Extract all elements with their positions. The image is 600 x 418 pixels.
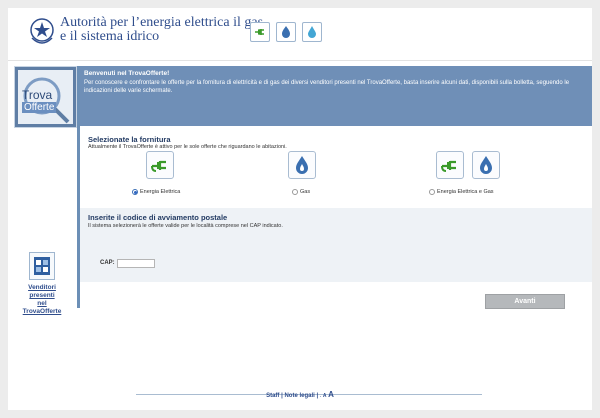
next-button[interactable]: Avanti — [485, 294, 565, 309]
republic-emblem-icon — [28, 16, 56, 48]
footer-staff-link[interactable]: Staff — [266, 393, 279, 399]
option-gas-icon[interactable] — [288, 151, 316, 179]
page: Autorità per l’energia elettrica il gas … — [8, 8, 592, 410]
font-decrease-button[interactable]: - — [320, 393, 321, 398]
site-title-line1: Autorità per l’energia elettrica il gas — [60, 15, 264, 30]
header-divider — [8, 60, 592, 61]
electric-plug-icon[interactable] — [250, 22, 270, 42]
site-title-line2: e il sistema idrico — [60, 29, 160, 44]
radio-electric[interactable] — [132, 189, 138, 195]
trovaofferte-logo[interactable]: Trova Offerte — [14, 66, 77, 128]
gas-flame-icon[interactable] — [276, 22, 296, 42]
logo-text-trova: Trova — [22, 88, 53, 102]
radio-option-electric[interactable]: Energia Elettrica — [132, 189, 180, 195]
cap-label: CAP: — [100, 260, 115, 266]
radio-electric-label: Energia Elettrica — [140, 189, 181, 195]
site-title[interactable]: Autorità per l’energia elettrica il gas … — [60, 16, 263, 44]
vendors-link-line2: nel TrovaOfferte — [22, 300, 62, 315]
welcome-title: Benvenuti nel TrovaOfferte! — [84, 70, 170, 77]
radio-option-electric-gas[interactable]: Energia Elettrica e Gas — [429, 189, 494, 195]
welcome-banner: Benvenuti nel TrovaOfferte! Per conoscer… — [80, 66, 592, 126]
option-electric-gas-gas-icon[interactable] — [472, 151, 500, 179]
radio-gas[interactable] — [292, 189, 298, 195]
font-normal-button[interactable]: A — [323, 393, 327, 399]
vendors-link[interactable]: Venditori presenti nel TrovaOfferte — [18, 284, 66, 316]
water-drop-icon[interactable] — [302, 22, 322, 42]
cap-input[interactable] — [117, 259, 155, 268]
vendors-list-icon[interactable] — [29, 252, 55, 280]
postal-code-section: Inserite il codice di avviamento postale… — [80, 208, 592, 282]
option-electric-gas-electric-icon[interactable] — [436, 151, 464, 179]
postal-code-title: Inserite il codice di avviamento postale — [88, 213, 228, 222]
postal-code-subtitle: Il sistema selezionerà le offerte valide… — [88, 223, 283, 229]
footer-legal-link[interactable]: Note legali — [284, 393, 314, 399]
footer: Staff | Note legali | - A A — [0, 390, 600, 399]
radio-option-gas[interactable]: Gas — [292, 189, 310, 195]
supply-section-subtitle: Attualmente il TrovaOfferte è attivo per… — [88, 144, 287, 150]
option-electric-icon[interactable] — [146, 151, 174, 179]
radio-gas-label: Gas — [300, 189, 311, 195]
logo-text-offerte: Offerte — [22, 102, 57, 113]
radio-electric-gas[interactable] — [429, 189, 435, 195]
welcome-text: Per conoscere e confrontare le offerte p… — [84, 80, 570, 94]
font-increase-button[interactable]: A — [328, 390, 334, 399]
supply-section-title: Selezionate la fornitura — [88, 135, 171, 144]
vendors-link-line1: Venditori presenti — [28, 284, 56, 299]
radio-electric-gas-label: Energia Elettrica e Gas — [437, 189, 494, 195]
